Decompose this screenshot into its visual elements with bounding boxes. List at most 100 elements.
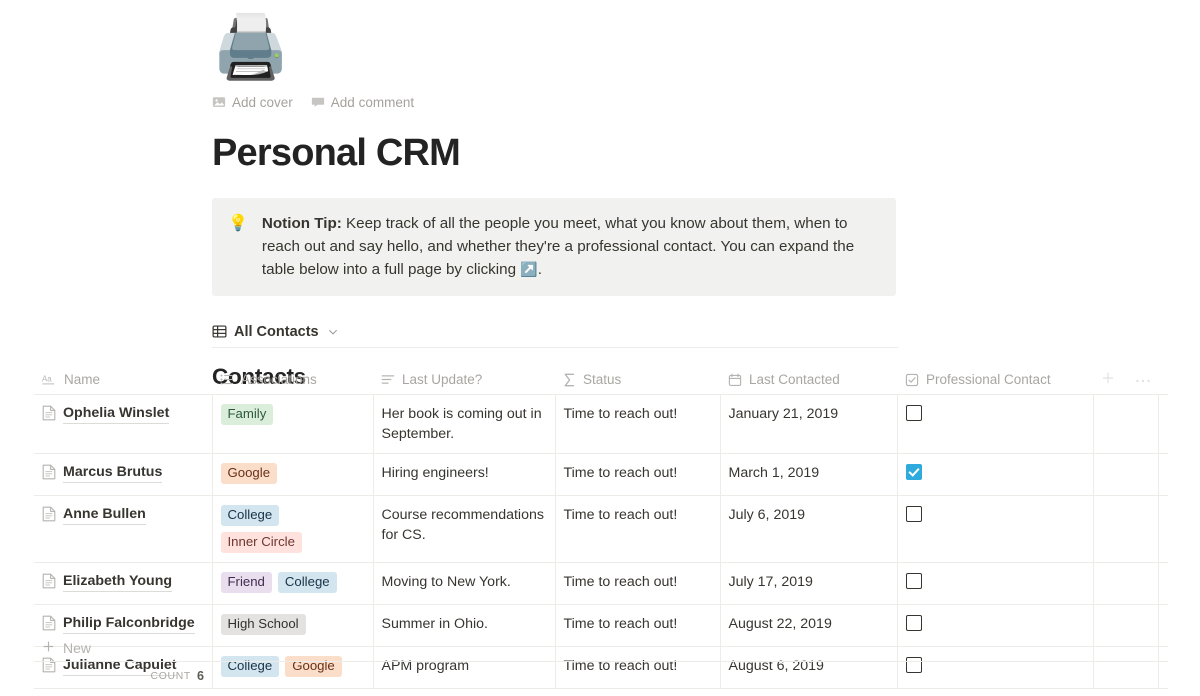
cell-associations[interactable]: Friend College <box>212 562 374 605</box>
professional-contact-checkbox[interactable] <box>905 614 922 631</box>
column-header-associations[interactable]: Associations <box>212 366 373 395</box>
column-label-name: Name <box>64 372 101 388</box>
column-label-last-update: Last Update? <box>402 372 483 388</box>
table-row[interactable]: Ophelia Winslet Family Her book is coming … <box>34 394 1168 454</box>
column-header-last-update[interactable]: Last Update? <box>373 366 555 395</box>
chevron-down-icon[interactable] <box>327 326 339 338</box>
page-doc-icon <box>42 405 56 427</box>
row-name-link[interactable]: Anne Bullen <box>63 505 146 525</box>
plus-icon[interactable] <box>1101 371 1115 388</box>
count-label: COUNT <box>150 670 191 682</box>
cell-professional-contact[interactable] <box>897 394 1094 454</box>
page-doc-icon <box>42 464 56 486</box>
cell-last-update[interactable]: Hiring engineers! <box>373 453 556 496</box>
page-meta-row: Add cover Add comment <box>212 92 902 112</box>
cell-empty <box>1093 453 1159 496</box>
cell-status[interactable]: Time to reach out! <box>555 495 721 563</box>
page-title[interactable]: Personal CRM <box>212 132 902 176</box>
ellipsis-icon[interactable] <box>1135 372 1151 387</box>
cell-associations[interactable]: College Inner Circle <box>212 495 374 563</box>
page-doc-icon <box>42 573 56 595</box>
tag-college[interactable]: College <box>277 571 337 593</box>
multi-select-icon <box>220 373 234 386</box>
professional-contact-checkbox[interactable] <box>905 505 922 522</box>
page-doc-icon <box>42 506 56 528</box>
count-value: 6 <box>196 669 204 683</box>
cell-last-contacted[interactable]: July 6, 2019 <box>720 495 898 563</box>
cell-last-update[interactable]: Her book is coming out in September. <box>373 394 556 454</box>
cell-name[interactable]: Ophelia Winslet <box>34 394 213 454</box>
checkbox-icon <box>905 373 919 387</box>
column-label-last-contacted: Last Contacted <box>749 372 840 388</box>
tag-google[interactable]: Google <box>220 462 278 484</box>
row-name-link[interactable]: Ophelia Winslet <box>63 404 170 424</box>
column-header-name[interactable]: Aa Name <box>34 366 212 395</box>
new-row-button[interactable]: New <box>34 634 1168 662</box>
cell-last-contacted[interactable]: March 1, 2019 <box>720 453 898 496</box>
text-lines-icon <box>381 373 395 386</box>
professional-contact-checkbox[interactable] <box>905 404 922 421</box>
callout-body: Keep track of all the people you meet, w… <box>261 214 855 279</box>
column-header-status[interactable]: Status <box>555 366 720 395</box>
cell-professional-contact[interactable] <box>897 453 1094 496</box>
tag-high-school[interactable]: High School <box>220 613 306 635</box>
page-icon-printer-icon[interactable]: 🖨️ <box>212 8 902 88</box>
tag-family[interactable]: Family <box>220 403 274 425</box>
cell-professional-contact[interactable] <box>897 495 1094 563</box>
cell-associations[interactable]: Google <box>212 453 374 496</box>
add-comment-label: Add comment <box>330 94 415 110</box>
cell-last-contacted[interactable]: July 17, 2019 <box>720 562 898 605</box>
page-content-column: 🖨️ Add cover Add comment Personal CRM 💡 … <box>212 0 902 390</box>
plus-icon <box>42 640 55 656</box>
svg-text:Aa: Aa <box>42 375 52 384</box>
column-label-professional-contact: Professional Contact <box>926 372 1051 388</box>
cell-last-update[interactable]: Moving to New York. <box>373 562 556 605</box>
cell-empty <box>1093 394 1159 454</box>
cell-last-update[interactable]: Course recommendations for CS. <box>373 495 556 563</box>
cell-tail <box>1158 453 1168 496</box>
row-name-link[interactable]: Elizabeth Young <box>63 572 173 592</box>
professional-contact-checkbox[interactable] <box>905 572 922 589</box>
cell-status[interactable]: Time to reach out! <box>555 394 721 454</box>
tag-inner-circle[interactable]: Inner Circle <box>220 531 302 553</box>
cell-name[interactable]: Marcus Brutus <box>34 453 213 496</box>
cell-empty <box>1093 562 1159 605</box>
tag-friend[interactable]: Friend <box>220 571 272 593</box>
cell-status[interactable]: Time to reach out! <box>555 453 721 496</box>
table-row[interactable]: Elizabeth Young Friend College Moving to Ne… <box>34 562 1168 605</box>
row-name-link[interactable]: Philip Falconbridge <box>63 614 195 634</box>
column-header-professional-contact[interactable]: Professional Contact <box>897 366 1093 395</box>
cell-tail <box>1158 394 1168 454</box>
pencil-icon: ↗️ <box>520 261 538 278</box>
table-header-actions <box>1093 366 1168 395</box>
table-row[interactable]: Anne Bullen College Inner Circle Course rec… <box>34 495 1168 563</box>
view-name-all-contacts[interactable]: All Contacts <box>234 324 319 340</box>
count-summary[interactable]: COUNT 6 <box>34 663 212 689</box>
new-row-label: New <box>63 639 92 656</box>
cell-associations[interactable]: Family <box>212 394 374 454</box>
cell-tail <box>1158 495 1168 563</box>
add-cover-button[interactable]: Add cover <box>212 95 293 110</box>
lightbulb-icon: 💡 <box>228 214 248 232</box>
professional-contact-checkbox[interactable] <box>905 463 922 480</box>
table-icon <box>212 324 227 339</box>
tag-college[interactable]: College <box>220 504 280 526</box>
callout-bold-prefix: Notion Tip: <box>261 214 342 232</box>
text-aa-icon: Aa <box>42 373 57 386</box>
cell-tail <box>1158 562 1168 605</box>
image-icon <box>212 95 226 109</box>
column-header-last-contacted[interactable]: Last Contacted <box>720 366 897 395</box>
cell-professional-contact[interactable] <box>897 562 1094 605</box>
cell-empty <box>1093 495 1159 563</box>
cell-name[interactable]: Elizabeth Young <box>34 562 213 605</box>
callout-text: Notion Tip: Keep track of all the people… <box>262 212 880 282</box>
calendar-icon <box>728 373 742 387</box>
cell-name[interactable]: Anne Bullen <box>34 495 213 563</box>
cell-last-contacted[interactable]: January 21, 2019 <box>720 394 898 454</box>
row-name-link[interactable]: Marcus Brutus <box>63 463 163 483</box>
notion-tip-callout: 💡 Notion Tip: Keep track of all the peop… <box>212 197 896 297</box>
column-label-status: Status <box>583 372 622 388</box>
add-comment-button[interactable]: Add comment <box>311 95 414 110</box>
table-row[interactable]: Marcus Brutus Google Hiring engineers! Time… <box>34 453 1168 496</box>
cell-status[interactable]: Time to reach out! <box>555 562 721 605</box>
